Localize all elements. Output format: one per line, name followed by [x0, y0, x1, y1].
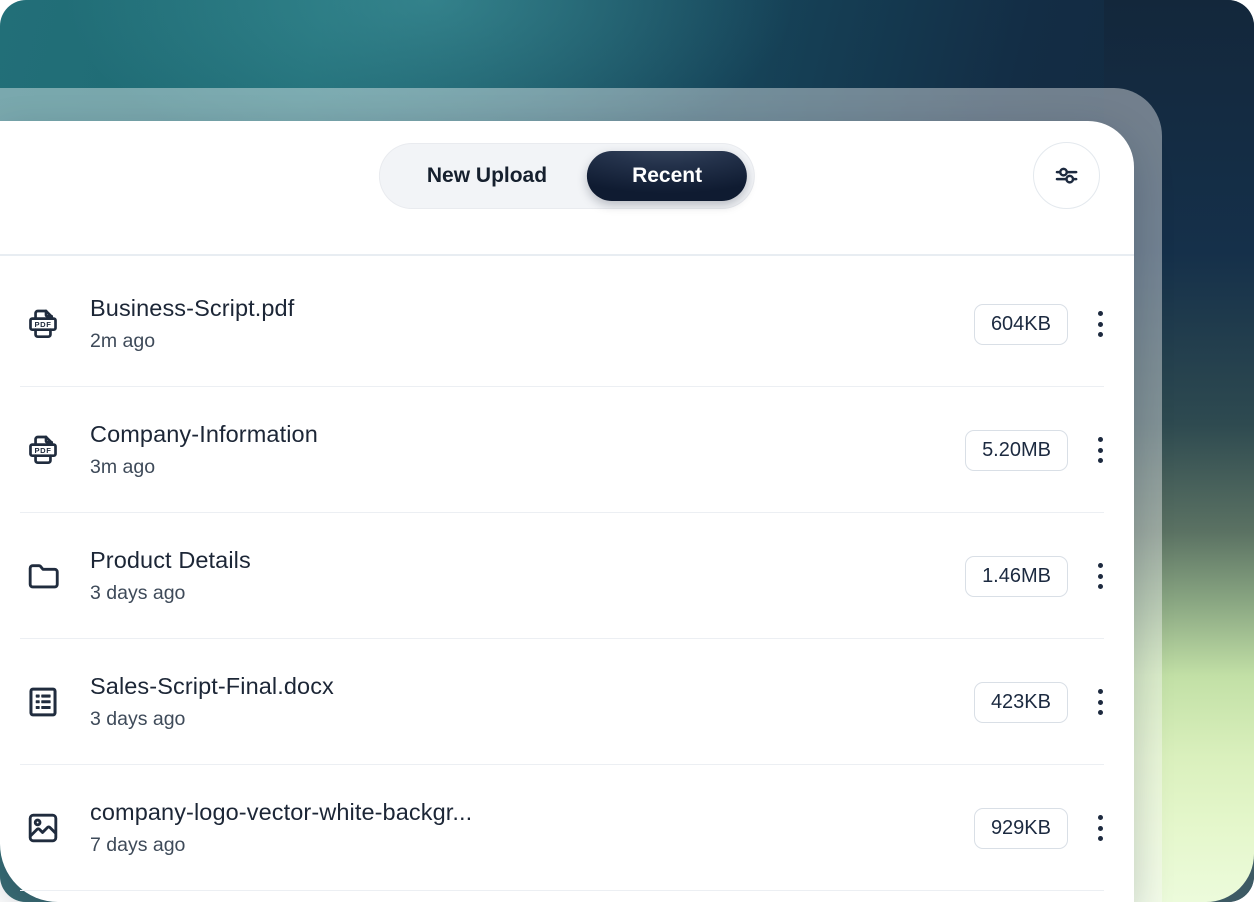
kebab-menu-icon [1098, 563, 1103, 568]
sliders-icon [1051, 160, 1082, 191]
doc-list-icon [24, 683, 62, 721]
file-meta: company-logo-vector-white-backgr... 7 da… [90, 799, 974, 857]
file-meta: Product Details 3 days ago [90, 547, 965, 605]
kebab-menu-icon [1098, 815, 1103, 820]
file-size-badge: 604KB [974, 304, 1068, 345]
file-menu-button[interactable] [1092, 805, 1108, 851]
file-menu-button[interactable] [1092, 679, 1108, 725]
file-name: company-logo-vector-white-backgr... [90, 799, 974, 826]
tab-new-upload[interactable]: New Upload [387, 151, 587, 201]
file-time: 3 days ago [90, 708, 974, 731]
file-time: 3m ago [90, 456, 965, 479]
file-name: Sales-Script-Final.docx [90, 673, 974, 700]
file-list: PDF Business-Script.pdf 2m ago 604KB [0, 256, 1134, 891]
file-row[interactable]: Product Details 3 days ago 1.46MB [0, 513, 1134, 639]
file-name: Product Details [90, 547, 965, 574]
image-file-icon [24, 809, 62, 847]
file-time: 2m ago [90, 330, 974, 353]
pdf-icon-label: PDF [34, 320, 51, 329]
file-row[interactable]: PDF Business-Script.pdf 2m ago 604KB [0, 261, 1134, 387]
pdf-icon-label: PDF [34, 446, 51, 455]
file-row[interactable]: Sales-Script-Final.docx 3 days ago 423KB [0, 639, 1134, 765]
file-size-badge: 1.46MB [965, 556, 1068, 597]
pdf-file-icon: PDF [24, 431, 62, 469]
file-row[interactable]: company-logo-vector-white-backgr... 7 da… [0, 765, 1134, 891]
file-meta: Business-Script.pdf 2m ago [90, 295, 974, 353]
file-size-badge: 423KB [974, 682, 1068, 723]
header-divider [0, 254, 1134, 256]
upload-tabs: New Upload Recent [379, 143, 755, 209]
app-window: New Upload Recent [0, 0, 1254, 902]
file-menu-button[interactable] [1092, 427, 1108, 473]
panel-header: New Upload Recent [0, 121, 1134, 256]
file-meta: Sales-Script-Final.docx 3 days ago [90, 673, 974, 731]
file-time: 7 days ago [90, 834, 974, 857]
file-row[interactable]: PDF Company-Information 3m ago 5.20MB [0, 387, 1134, 513]
kebab-menu-icon [1098, 311, 1103, 316]
file-name: Business-Script.pdf [90, 295, 974, 322]
pdf-file-icon: PDF [24, 305, 62, 343]
file-menu-button[interactable] [1092, 553, 1108, 599]
filter-button[interactable] [1033, 142, 1100, 209]
file-panel: New Upload Recent [0, 121, 1134, 902]
file-name: Company-Information [90, 421, 965, 448]
folder-icon [24, 557, 62, 595]
kebab-menu-icon [1098, 689, 1103, 694]
file-time: 3 days ago [90, 582, 965, 605]
file-menu-button[interactable] [1092, 301, 1108, 347]
kebab-menu-icon [1098, 437, 1103, 442]
file-size-badge: 5.20MB [965, 430, 1068, 471]
file-size-badge: 929KB [974, 808, 1068, 849]
file-meta: Company-Information 3m ago [90, 421, 965, 479]
tab-recent[interactable]: Recent [587, 151, 747, 201]
